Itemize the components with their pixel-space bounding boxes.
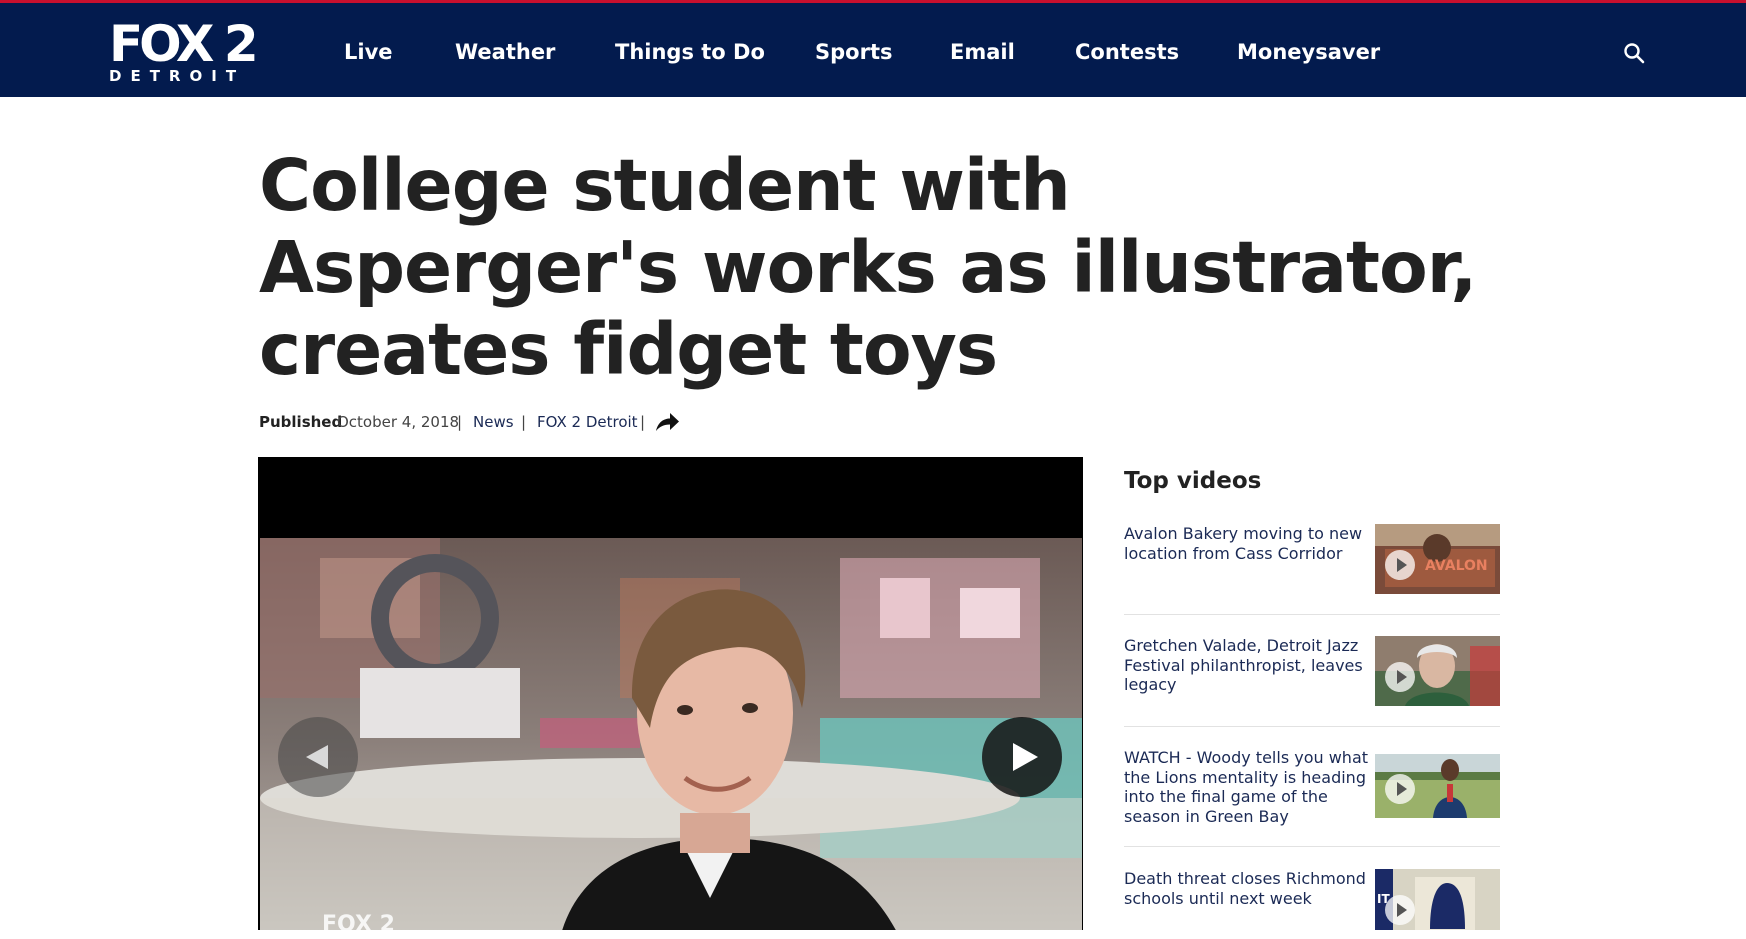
site-header: FOX 2 DETROIT Live Weather Things to Do … (0, 3, 1746, 97)
top-videos-heading: Top videos (1124, 468, 1262, 494)
published-date: October 4, 2018 (337, 413, 460, 431)
thumbnail-sign-text: AVALON (1425, 558, 1488, 574)
play-button[interactable] (982, 717, 1062, 797)
top-video-item[interactable]: Death threat closes Richmond schools unt… (1124, 869, 1500, 930)
logo-main-text: FOX 2 (109, 15, 259, 73)
video-thumbnail: AVALON (1375, 524, 1500, 594)
source-link[interactable]: FOX 2 Detroit (537, 413, 638, 431)
top-video-title: Death threat closes Richmond schools unt… (1124, 869, 1366, 908)
play-icon (1013, 743, 1038, 771)
video-thumbnail (1375, 754, 1500, 824)
nav-item-live[interactable]: Live (344, 38, 393, 66)
nav-item-contests[interactable]: Contests (1075, 38, 1179, 66)
triangle-left-icon (306, 745, 328, 769)
play-circle-icon (1385, 895, 1415, 925)
fox2-watermark: FOX 2 (322, 912, 395, 930)
article-headline: College student with Asperger's works as… (259, 144, 1477, 391)
video-frame (260, 538, 1082, 930)
top-video-item[interactable]: WATCH - Woody tells you what the Lions m… (1124, 748, 1500, 848)
divider (1124, 614, 1500, 615)
top-video-item[interactable]: Gretchen Valade, Detroit Jazz Festival p… (1124, 636, 1500, 728)
divider (1124, 846, 1500, 847)
previous-video-button[interactable] (278, 717, 358, 797)
share-arrow-icon[interactable] (653, 410, 681, 434)
nav-item-things-to-do[interactable]: Things to Do (615, 38, 765, 66)
fox2-detroit-logo[interactable]: FOX 2 DETROIT (109, 15, 259, 85)
video-player[interactable]: FOX 2 (258, 457, 1083, 930)
video-thumbnail: IT (1375, 869, 1500, 939)
top-video-title: Avalon Bakery moving to new location fro… (1124, 524, 1363, 563)
top-video-title: WATCH - Woody tells you what the Lions m… (1124, 748, 1369, 826)
meta-separator: | (457, 413, 463, 431)
play-circle-icon (1385, 550, 1415, 580)
top-video-item[interactable]: Avalon Bakery moving to new location fro… (1124, 524, 1500, 616)
meta-separator: | (640, 413, 646, 431)
meta-separator: | (521, 413, 527, 431)
published-label: Published (259, 413, 343, 431)
logo-sub-text: DETROIT (109, 67, 246, 85)
section-link[interactable]: News (473, 413, 514, 431)
nav-item-moneysaver[interactable]: Moneysaver (1237, 38, 1380, 66)
play-circle-icon (1385, 774, 1415, 804)
divider (1124, 726, 1500, 727)
nav-item-weather[interactable]: Weather (455, 38, 555, 66)
nav-item-sports[interactable]: Sports (815, 38, 892, 66)
nav-item-email[interactable]: Email (950, 38, 1015, 66)
video-thumbnail (1375, 636, 1500, 706)
search-icon[interactable] (1622, 41, 1646, 65)
top-video-title: Gretchen Valade, Detroit Jazz Festival p… (1124, 636, 1363, 694)
play-circle-icon (1385, 662, 1415, 692)
